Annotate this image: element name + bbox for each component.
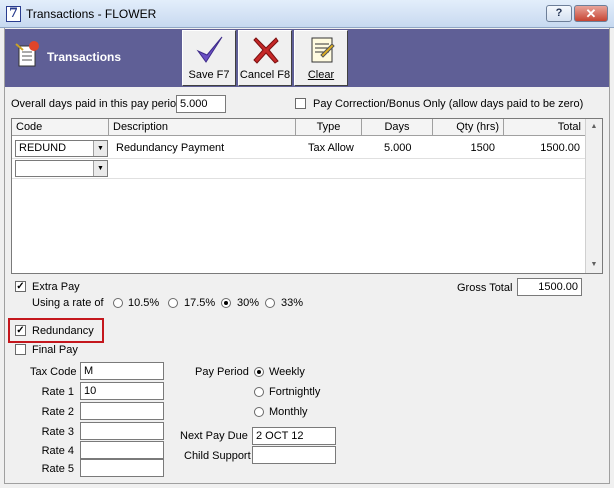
next-pay-due-label: Next Pay Due xyxy=(180,430,248,442)
monthly-radio[interactable] xyxy=(254,407,264,417)
rate-10-5-radio[interactable] xyxy=(113,298,123,308)
next-pay-due-input[interactable]: 2 OCT 12 xyxy=(252,427,336,445)
code-value: REDUND xyxy=(19,142,67,154)
rate-30-label: 30% xyxy=(237,297,260,309)
row-qty: 1500 xyxy=(470,142,495,154)
save-label: Save F7 xyxy=(188,69,230,81)
transactions-grid: Code Description Type Days Qty (hrs) Tot… xyxy=(11,118,603,274)
code-combo-empty[interactable]: ▼ xyxy=(15,160,108,177)
col-type[interactable]: Type xyxy=(296,119,362,135)
cancel-x-icon xyxy=(253,37,279,64)
rate1-label: Rate 1 xyxy=(41,386,74,398)
rate-17-5-radio[interactable] xyxy=(168,298,178,308)
toolbar: Transactions Save F7 Cancel F8 Clear xyxy=(5,29,609,87)
rate-30-radio[interactable] xyxy=(221,298,231,308)
rate3-label: Rate 3 xyxy=(41,426,74,438)
rate-17-5-label: 17.5% xyxy=(184,297,216,309)
clear-form-icon xyxy=(311,37,335,63)
clear-button[interactable]: Clear xyxy=(294,30,348,86)
redundancy-checkbox[interactable]: ✓ xyxy=(15,325,26,336)
pay-period-label: Pay Period xyxy=(195,366,249,378)
col-description[interactable]: Description xyxy=(109,119,296,135)
days-input[interactable]: 5.000 xyxy=(176,95,226,113)
final-pay-checkbox[interactable] xyxy=(15,344,26,355)
rate-33-radio[interactable] xyxy=(265,298,275,308)
final-pay-label: Final Pay xyxy=(32,344,78,356)
toolbar-title: Transactions xyxy=(47,50,122,64)
scroll-up-icon[interactable]: ▲ xyxy=(586,119,602,135)
extra-pay-label: Extra Pay xyxy=(32,281,80,293)
chevron-down-icon[interactable]: ▼ xyxy=(93,161,107,176)
grid-scrollbar[interactable]: ▲ ▼ xyxy=(585,119,602,273)
rate-33-label: 33% xyxy=(281,297,304,309)
row-days: 5.000 xyxy=(384,142,412,154)
child-support-input[interactable] xyxy=(252,446,336,464)
grid-header: Code Description Type Days Qty (hrs) Tot… xyxy=(12,119,586,136)
save-button[interactable]: Save F7 xyxy=(182,30,236,86)
cancel-button[interactable]: Cancel F8 xyxy=(238,30,292,86)
col-days[interactable]: Days xyxy=(362,119,433,135)
row-description: Redundancy Payment xyxy=(116,142,225,154)
rate5-input[interactable] xyxy=(80,459,164,477)
close-button[interactable]: ✕ xyxy=(574,5,608,22)
gross-total-value: 1500.00 xyxy=(517,278,582,296)
rate4-input[interactable] xyxy=(80,441,164,459)
help-button[interactable]: ? xyxy=(546,5,572,22)
scroll-down-icon[interactable]: ▼ xyxy=(586,257,602,273)
rate2-input[interactable] xyxy=(80,402,164,420)
extra-pay-checkbox[interactable]: ✓ xyxy=(15,281,26,292)
cancel-label: Cancel F8 xyxy=(239,69,291,81)
table-row[interactable]: ▼ xyxy=(12,159,586,179)
tax-code-label: Tax Code xyxy=(30,366,77,378)
redundancy-label: Redundancy xyxy=(32,325,94,337)
code-combo[interactable]: REDUND ▼ xyxy=(15,140,108,157)
weekly-label: Weekly xyxy=(269,366,305,378)
clear-label: Clear xyxy=(307,69,335,81)
pay-correction-checkbox[interactable] xyxy=(295,98,306,109)
pay-correction-label: Pay Correction/Bonus Only (allow days pa… xyxy=(313,98,584,110)
rate2-label: Rate 2 xyxy=(41,406,74,418)
transactions-icon xyxy=(15,41,39,67)
chevron-down-icon[interactable]: ▼ xyxy=(93,141,107,156)
checkmark-icon xyxy=(196,36,223,63)
tax-code-input[interactable]: M xyxy=(80,362,164,380)
fortnightly-label: Fortnightly xyxy=(269,386,321,398)
weekly-radio[interactable] xyxy=(254,367,264,377)
fortnightly-radio[interactable] xyxy=(254,387,264,397)
col-qty[interactable]: Qty (hrs) xyxy=(433,119,504,135)
col-code[interactable]: Code xyxy=(12,119,109,135)
app-icon: 7 xyxy=(6,6,21,22)
rate3-input[interactable] xyxy=(80,422,164,440)
rate5-label: Rate 5 xyxy=(41,463,74,475)
child-support-label: Child Support xyxy=(184,450,251,462)
rate1-input[interactable]: 10 xyxy=(80,382,164,400)
rate4-label: Rate 4 xyxy=(41,445,74,457)
window-title: Transactions - FLOWER xyxy=(26,7,157,21)
table-row[interactable]: REDUND ▼ Redundancy Payment Tax Allow 5.… xyxy=(12,139,586,159)
gross-total-label: Gross Total xyxy=(457,282,513,294)
rate-label: Using a rate of xyxy=(32,297,104,309)
col-total[interactable]: Total xyxy=(504,119,586,135)
days-label: Overall days paid in this pay period xyxy=(11,98,183,110)
rate-10-5-label: 10.5% xyxy=(128,297,160,309)
row-total: 1500.00 xyxy=(540,142,580,154)
monthly-label: Monthly xyxy=(269,406,308,418)
row-type: Tax Allow xyxy=(308,142,354,154)
